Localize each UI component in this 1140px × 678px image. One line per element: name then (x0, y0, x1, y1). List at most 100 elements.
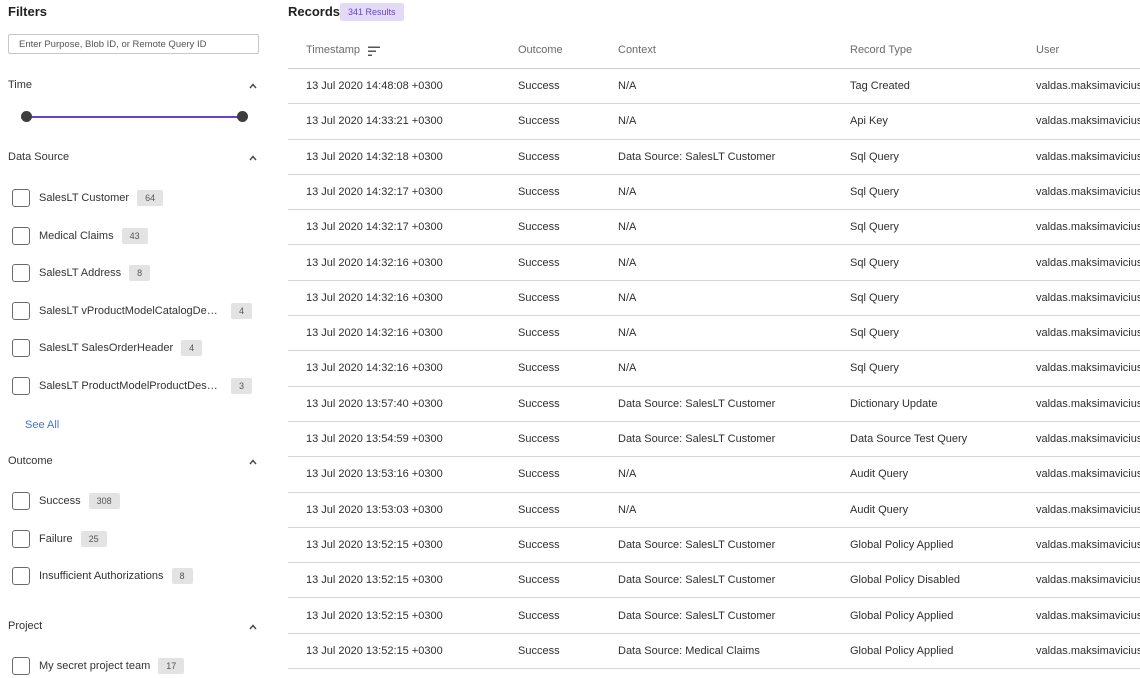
column-header-record-type[interactable]: Record Type (850, 44, 912, 56)
slider-start-handle[interactable] (21, 111, 32, 122)
checkbox[interactable] (12, 264, 30, 283)
project-section-header[interactable]: Project (8, 620, 260, 636)
record-type-cell: Sql Query (850, 362, 899, 375)
table-row[interactable]: 13 Jul 2020 14:32:17 +0300 Success N/A Sql … (288, 210, 1140, 246)
filter-option-count: 25 (80, 530, 107, 547)
project-section-title: Project (8, 620, 43, 632)
checkbox[interactable] (12, 226, 30, 245)
record-type-cell: Audit Query (850, 468, 909, 481)
filter-option-count: 43 (121, 227, 148, 244)
filter-option[interactable]: SalesLT Address 8 (12, 262, 151, 284)
table-row[interactable]: 13 Jul 2020 13:57:40 +0300 Success Data So… (288, 387, 1140, 422)
context-cell: Data Source: SalesLT Customer (618, 574, 776, 587)
filter-option-label: Success (39, 495, 81, 507)
timestamp-cell: 13 Jul 2020 13:52:15 +0300 (306, 644, 443, 657)
outcome-cell: Success (518, 609, 560, 622)
search-input[interactable] (8, 34, 259, 54)
table-row[interactable]: 13 Jul 2020 14:32:17 +0300 Success N/A Sql … (288, 175, 1140, 211)
outcome-cell: Success (518, 221, 560, 234)
chevron-up-icon[interactable] (248, 622, 258, 632)
timestamp-cell: 13 Jul 2020 13:52:15 +0300 (306, 609, 443, 622)
filter-option[interactable]: SalesLT vProductModelCatalogDescription 4 (12, 300, 253, 322)
filter-option[interactable]: SalesLT SalesOrderHeader 4 (12, 337, 203, 359)
user-cell: valdas.maksimavicius (1036, 397, 1140, 410)
outcome-section-title: Outcome (8, 455, 53, 467)
table-row[interactable]: 13 Jul 2020 13:52:15 +0300 Success Data So… (288, 528, 1140, 564)
filter-option-label: Medical Claims (39, 229, 114, 242)
table-row[interactable]: 13 Jul 2020 14:32:16 +0300 Success N/A Sql … (288, 351, 1140, 387)
filter-option[interactable]: SalesLT Customer 64 (12, 187, 164, 209)
checkbox[interactable] (12, 301, 30, 320)
time-range-slider[interactable] (21, 111, 248, 123)
user-cell: valdas.maksimavicius (1036, 221, 1140, 234)
context-cell: N/A (618, 221, 637, 234)
table-row[interactable]: 13 Jul 2020 14:32:16 +0300 Success N/A Sql … (288, 281, 1140, 317)
table-row[interactable]: 13 Jul 2020 14:32:18 +0300 Success Data So… (288, 140, 1140, 175)
table-row[interactable]: 13 Jul 2020 14:33:21 +0300 Success N/A Api … (288, 104, 1140, 140)
table-row[interactable]: 13 Jul 2020 14:48:08 +0300 Success N/A Tag … (288, 69, 1140, 105)
table-row[interactable]: 13 Jul 2020 13:53:03 +0300 Success N/A Audi… (288, 493, 1140, 528)
table-row[interactable]: 13 Jul 2020 14:32:16 +0300 Success N/A Sql … (288, 246, 1140, 281)
table-row[interactable]: 13 Jul 2020 13:54:59 +0300 Success Data So… (288, 422, 1140, 458)
filter-option[interactable]: Success 308 (12, 490, 120, 512)
context-cell: N/A (618, 468, 637, 481)
user-cell: valdas.maksimavicius (1036, 80, 1140, 92)
user-cell: valdas.maksimavicius (1036, 503, 1140, 516)
filter-option-count: 8 (129, 265, 151, 282)
record-type-cell: Api Key (850, 115, 888, 128)
record-type-cell: Sql Query (850, 150, 899, 163)
table-header: Timestamp Outcome Context Record Type Us… (288, 34, 1140, 69)
checkbox[interactable] (12, 567, 30, 586)
filter-option[interactable]: Insufficient Authorizations 8 (12, 565, 193, 587)
filter-option[interactable]: SalesLT ProductModelProductDescription 3 (12, 375, 253, 397)
checkbox[interactable] (12, 657, 30, 675)
data-source-section-header[interactable]: Data Source (8, 151, 260, 167)
see-all-link[interactable]: See All (25, 419, 59, 431)
column-header-user[interactable]: User (1036, 44, 1059, 56)
column-header-outcome[interactable]: Outcome (518, 44, 563, 56)
filter-option-count: 4 (231, 302, 253, 319)
chevron-up-icon[interactable] (248, 81, 258, 91)
filter-option[interactable]: My secret project team 17 (12, 655, 185, 677)
record-type-cell: Global Policy Applied (850, 644, 954, 657)
outcome-cell: Success (518, 574, 560, 587)
record-type-cell: Sql Query (850, 327, 899, 340)
checkbox[interactable] (12, 189, 30, 207)
timestamp-cell: 13 Jul 2020 14:32:18 +0300 (306, 150, 443, 163)
user-cell: valdas.maksimavicius (1036, 574, 1140, 587)
chevron-up-icon[interactable] (248, 457, 258, 467)
user-cell: valdas.maksimavicius (1036, 115, 1140, 128)
slider-track (26, 116, 243, 118)
sort-icon[interactable] (368, 46, 381, 57)
filter-option[interactable]: Medical Claims 43 (12, 225, 148, 247)
column-header-timestamp[interactable]: Timestamp (306, 44, 360, 56)
slider-end-handle[interactable] (237, 111, 248, 122)
record-type-cell: Dictionary Update (850, 397, 938, 410)
column-header-context[interactable]: Context (618, 44, 656, 56)
chevron-up-icon[interactable] (248, 153, 258, 163)
data-source-section-title: Data Source (8, 151, 70, 163)
table-row[interactable]: 13 Jul 2020 13:52:15 +0300 Success Data So… (288, 634, 1140, 670)
table-row[interactable]: 13 Jul 2020 13:52:15 +0300 Success Data So… (288, 599, 1140, 634)
filter-option[interactable]: Failure 25 (12, 528, 107, 550)
table-row[interactable]: 13 Jul 2020 13:53:16 +0300 Success N/A Audi… (288, 457, 1140, 493)
checkbox[interactable] (12, 529, 30, 548)
table-row[interactable]: 13 Jul 2020 13:52:15 +0300 Success Data So… (288, 563, 1140, 599)
filter-option-count: 3 (231, 378, 253, 394)
record-type-cell: Global Policy Applied (850, 609, 954, 622)
filter-option-count: 8 (171, 568, 193, 585)
checkbox[interactable] (12, 377, 30, 395)
context-cell: N/A (618, 115, 637, 128)
record-type-cell: Sql Query (850, 291, 899, 304)
timestamp-cell: 13 Jul 2020 14:32:16 +0300 (306, 291, 443, 304)
outcome-cell: Success (518, 538, 560, 551)
time-section-header[interactable]: Time (8, 79, 260, 95)
outcome-section-header[interactable]: Outcome (8, 455, 260, 471)
table-row[interactable]: 13 Jul 2020 14:32:16 +0300 Success N/A Sql … (288, 316, 1140, 352)
checkbox[interactable] (12, 492, 30, 510)
context-cell: N/A (618, 256, 637, 269)
checkbox[interactable] (12, 339, 30, 358)
record-type-cell: Tag Created (850, 80, 910, 92)
timestamp-cell: 13 Jul 2020 13:53:03 +0300 (306, 503, 443, 516)
context-cell: Data Source: SalesLT Customer (618, 150, 776, 163)
